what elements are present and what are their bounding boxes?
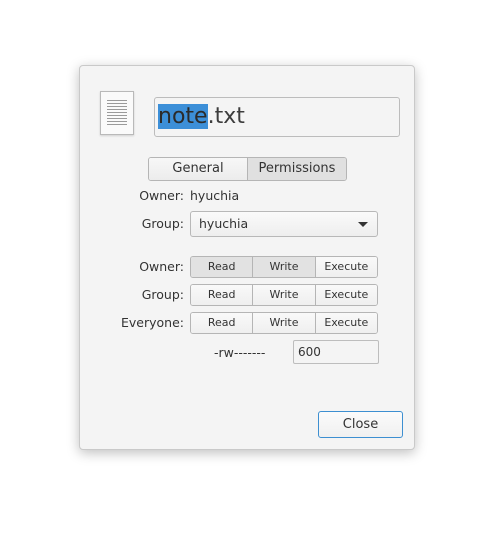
file-properties-dialog: note.txt General Permissions Owner: hyuc… — [79, 65, 415, 450]
owner-value: hyuchia — [190, 188, 240, 203]
symbolic-permissions: -rw------- — [214, 345, 266, 360]
group-label: Group: — [141, 216, 184, 231]
owner-execute-toggle[interactable]: Execute — [314, 257, 377, 277]
tab-general[interactable]: General — [149, 158, 247, 180]
everyone-permission-toggles: Read Write Execute — [190, 312, 378, 334]
group-combobox[interactable]: hyuchia — [190, 211, 378, 237]
chevron-down-icon — [358, 222, 368, 227]
file-name-selection: note — [158, 104, 208, 129]
group-write-toggle[interactable]: Write — [252, 285, 315, 305]
owner-read-toggle[interactable]: Read — [191, 257, 253, 277]
tab-permissions[interactable]: Permissions — [247, 158, 346, 180]
everyone-read-toggle[interactable]: Read — [191, 313, 253, 333]
group-permission-toggles: Read Write Execute — [190, 284, 378, 306]
everyone-execute-toggle[interactable]: Execute — [314, 313, 377, 333]
tab-bar: General Permissions — [148, 157, 347, 181]
everyone-write-toggle[interactable]: Write — [252, 313, 315, 333]
owner-label: Owner: — [139, 188, 184, 203]
group-read-toggle[interactable]: Read — [191, 285, 253, 305]
owner-write-toggle[interactable]: Write — [252, 257, 315, 277]
file-name-extension: .txt — [207, 104, 245, 129]
perm-owner-label: Owner: — [139, 259, 184, 274]
group-execute-toggle[interactable]: Execute — [314, 285, 377, 305]
group-combobox-value: hyuchia — [199, 216, 249, 231]
owner-permission-toggles: Read Write Execute — [190, 256, 378, 278]
text-file-icon — [100, 91, 134, 135]
close-button[interactable]: Close — [318, 411, 403, 438]
perm-group-label: Group: — [141, 287, 184, 302]
octal-permissions-input[interactable]: 600 — [293, 340, 379, 364]
file-name-input[interactable]: note.txt — [154, 97, 400, 137]
perm-everyone-label: Everyone: — [121, 315, 184, 330]
